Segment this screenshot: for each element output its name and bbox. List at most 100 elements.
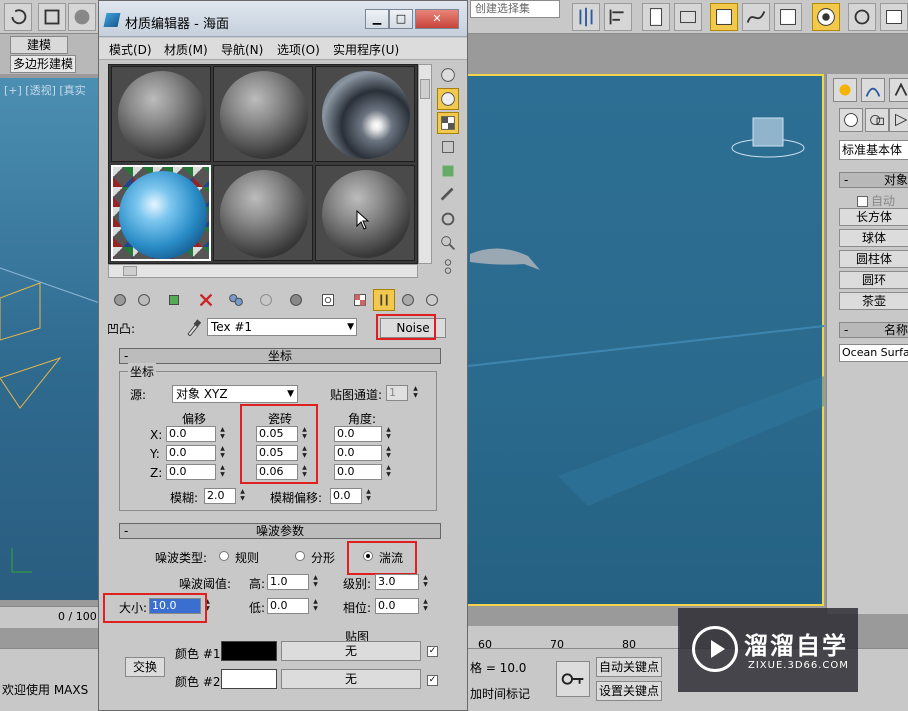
spinner-arrows-icon[interactable]: ▲ ▼ [218, 426, 227, 442]
perspective-viewport[interactable]: [+] [透视] [真实 [0, 78, 100, 600]
show-map-in-viewport-icon[interactable] [317, 289, 339, 311]
sample-slot-active[interactable] [111, 165, 211, 261]
offset-z-spinner[interactable]: 0.0 [166, 464, 216, 480]
go-forward-sibling-icon[interactable] [397, 289, 419, 311]
modify-tab-icon[interactable] [861, 78, 885, 102]
noise-type-fractal-label[interactable]: 分形 [311, 549, 335, 566]
spinner-arrows-icon[interactable]: ▲ ▼ [311, 574, 320, 590]
video-color-check-icon[interactable] [437, 160, 459, 182]
angle-x-spinner[interactable]: 0.0 [334, 426, 382, 442]
sample-slot[interactable] [213, 66, 313, 162]
spinner-arrows-icon[interactable]: ▲ ▼ [384, 464, 393, 480]
noise-type-fractal-radio[interactable] [295, 551, 305, 561]
ribbon-tab-modeling[interactable]: 建模 [10, 36, 68, 54]
options-icon[interactable] [437, 208, 459, 230]
map-channel-spinner[interactable]: 1 [386, 385, 408, 401]
material-effects-icon[interactable] [421, 289, 443, 311]
spinner-arrows-icon[interactable]: ▲ ▼ [311, 598, 320, 614]
render-icon[interactable] [880, 3, 908, 31]
offset-y-spinner[interactable]: 0.0 [166, 445, 216, 461]
geometry-icon[interactable] [839, 108, 863, 132]
swap-button[interactable]: 交换 [125, 657, 165, 677]
coordinates-rollout-header[interactable]: - 坐标 [119, 348, 441, 364]
blur-spinner[interactable]: 2.0 [204, 488, 236, 504]
align-icon[interactable] [604, 3, 632, 31]
menu-navigation[interactable]: 导航(N) [221, 41, 263, 58]
get-material-icon[interactable] [109, 289, 131, 311]
create-tab-icon[interactable] [833, 78, 857, 102]
spinner-arrows-icon[interactable]: ▲ ▼ [384, 445, 393, 461]
spinner-arrows-icon[interactable]: ▲ ▼ [421, 598, 430, 614]
torus-button[interactable]: 圆环 [839, 271, 908, 289]
show-end-result-icon[interactable] [349, 289, 371, 311]
spinner-arrows-icon[interactable]: ▲ ▼ [421, 574, 430, 590]
scene-explorer-icon[interactable] [674, 3, 702, 31]
lights-icon[interactable] [889, 108, 908, 132]
color1-swatch[interactable] [221, 641, 277, 661]
slots-vertical-scrollbar[interactable] [418, 64, 432, 264]
spinner-arrows-icon[interactable]: ▲ ▼ [364, 488, 373, 504]
map-name-field[interactable]: Tex #1 ▼ [207, 318, 357, 336]
phase-spinner[interactable]: 0.0 [375, 598, 419, 614]
put-material-icon[interactable] [133, 289, 155, 311]
time-slider[interactable]: 0 / 100 [0, 606, 100, 628]
render-setup-icon[interactable] [812, 3, 840, 31]
set-key-icon[interactable] [556, 661, 590, 697]
blur-offset-spinner[interactable]: 0.0 [330, 488, 362, 504]
background-checker-icon[interactable] [437, 112, 459, 134]
mirror-icon[interactable] [572, 3, 600, 31]
go-to-parent-icon[interactable] [373, 289, 395, 311]
minimize-button[interactable]: ▁ [365, 9, 389, 29]
cylinder-button[interactable]: 圆柱体 [839, 250, 908, 268]
offset-x-spinner[interactable]: 0.0 [166, 426, 216, 442]
scale-tool-icon[interactable] [38, 3, 66, 31]
assign-material-icon[interactable] [163, 289, 185, 311]
close-button[interactable]: ✕ [415, 9, 459, 29]
color2-swatch[interactable] [221, 669, 277, 689]
color2-map-checkbox[interactable]: ✓ [427, 675, 438, 686]
undo-icon[interactable] [4, 3, 32, 31]
angle-z-spinner[interactable]: 0.0 [334, 464, 382, 480]
menu-mode[interactable]: 模式(D) [109, 41, 152, 58]
shapes-icon[interactable] [865, 108, 889, 132]
spinner-arrows-icon[interactable]: ▲ ▼ [218, 445, 227, 461]
sample-slot[interactable] [213, 165, 313, 261]
color1-map-button[interactable]: 无 [281, 641, 421, 661]
reset-map-icon[interactable] [195, 289, 217, 311]
active-viewport[interactable] [468, 74, 824, 606]
source-dropdown[interactable]: 对象 XYZ ▼ [172, 385, 298, 403]
slots-horizontal-scrollbar[interactable] [108, 264, 418, 278]
layer-icon[interactable] [642, 3, 670, 31]
eyedropper-icon[interactable] [185, 318, 201, 336]
name-color-rollout[interactable]: - 名称 [839, 322, 908, 338]
autogrid-label[interactable]: 自动 [857, 192, 895, 209]
add-time-tag[interactable]: 加时间标记 [470, 685, 530, 702]
spinner-arrows-icon[interactable]: ▲ ▼ [411, 385, 420, 401]
spinner-arrows-icon[interactable]: ▲ ▼ [238, 488, 247, 504]
backlight-icon[interactable] [437, 88, 459, 110]
levels-spinner[interactable]: 3.0 [375, 574, 419, 590]
sample-slot[interactable] [111, 66, 211, 162]
material-map-navigator-icon[interactable] [437, 256, 459, 278]
sphere-button[interactable]: 球体 [839, 229, 908, 247]
material-id-channel-icon[interactable] [285, 289, 307, 311]
title-bar[interactable]: 材质编辑器 - 海面 ▁ □ ✕ [99, 1, 467, 37]
make-preview-icon[interactable] [437, 184, 459, 206]
make-unique-icon[interactable] [225, 289, 247, 311]
schematic-view-icon[interactable] [774, 3, 802, 31]
sample-slot[interactable] [315, 165, 415, 261]
sphere-tool-icon[interactable] [68, 3, 96, 31]
set-key-button[interactable]: 设置关键点 [596, 681, 662, 701]
hierarchy-tab-icon[interactable] [889, 78, 908, 102]
color1-map-checkbox[interactable]: ✓ [427, 646, 438, 657]
select-by-material-icon[interactable] [437, 232, 459, 254]
menu-utilities[interactable]: 实用程序(U) [333, 41, 399, 58]
noise-type-regular-radio[interactable] [219, 551, 229, 561]
angle-y-spinner[interactable]: 0.0 [334, 445, 382, 461]
menu-material[interactable]: 材质(M) [164, 41, 208, 58]
object-name-field[interactable]: Ocean Surfac [839, 344, 908, 362]
spinner-arrows-icon[interactable]: ▲ ▼ [218, 464, 227, 480]
sample-uv-tiling-icon[interactable] [437, 136, 459, 158]
selection-set-dropdown[interactable]: 创建选择集 [470, 0, 560, 18]
object-type-rollout[interactable]: - 对象 [839, 172, 908, 188]
